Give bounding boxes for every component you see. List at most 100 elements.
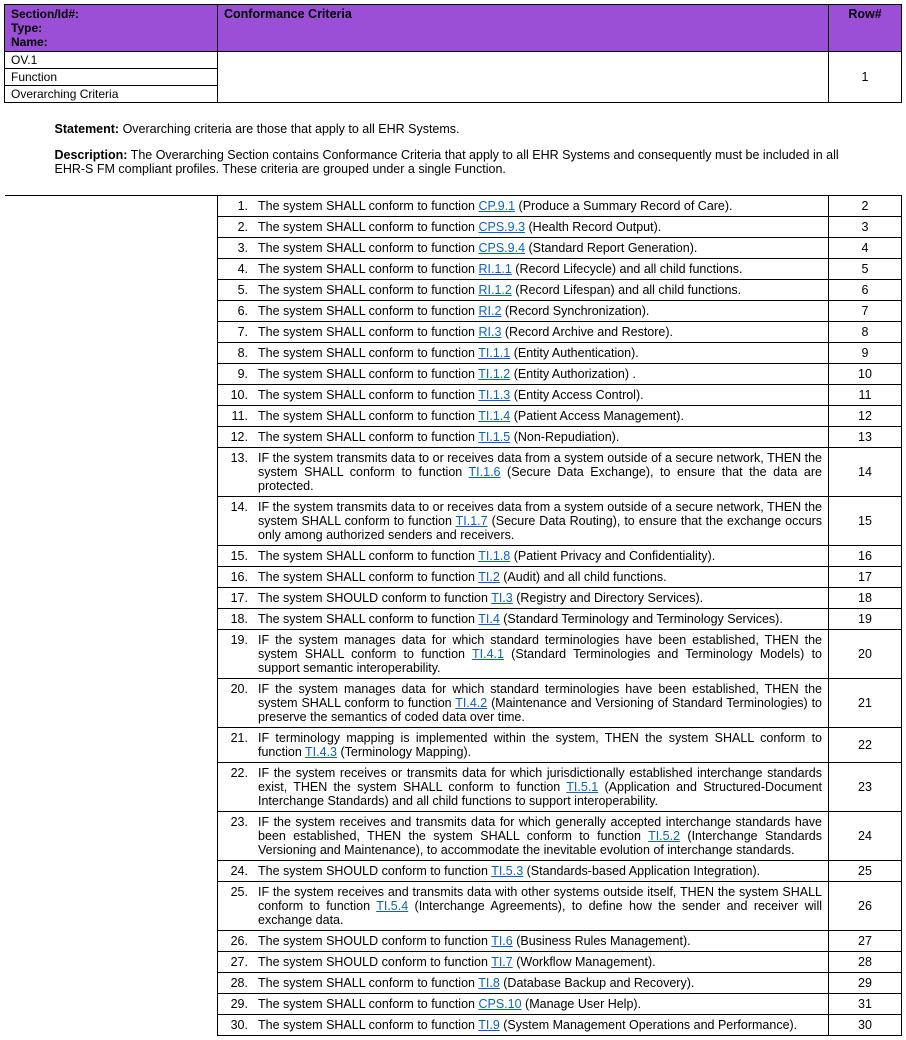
function-link[interactable]: TI.1.6 [469, 465, 501, 479]
function-link[interactable]: TI.3 [491, 591, 513, 605]
criteria-number: 10. [218, 384, 253, 405]
function-link[interactable]: TI.6 [491, 934, 513, 948]
criteria-number: 20. [218, 678, 253, 727]
criteria-text: IF the system transmits data to or recei… [252, 447, 829, 496]
criteria-row: 6.The system SHALL conform to function R… [5, 300, 902, 321]
function-link[interactable]: CPS.9.4 [478, 241, 525, 255]
function-link[interactable]: TI.1.3 [478, 388, 510, 402]
criteria-number: 15. [218, 545, 253, 566]
row-number: 13 [829, 426, 902, 447]
criteria-number: 6. [218, 300, 253, 321]
function-link[interactable]: TI.4.2 [455, 696, 487, 710]
criteria-text: The system SHALL conform to function TI.… [252, 405, 829, 426]
function-link[interactable]: CPS.9.3 [478, 220, 525, 234]
criteria-number: 17. [218, 587, 253, 608]
criteria-row: 7.The system SHALL conform to function R… [5, 321, 902, 342]
function-link[interactable]: TI.4.3 [305, 745, 337, 759]
criteria-row: 2.The system SHALL conform to function C… [5, 216, 902, 237]
function-link[interactable]: TI.8 [478, 976, 500, 990]
function-link[interactable]: TI.2 [478, 570, 500, 584]
criteria-text: The system SHOULD conform to function TI… [252, 930, 829, 951]
criteria-row: 28.The system SHALL conform to function … [5, 972, 902, 993]
function-link[interactable]: CP.9.1 [478, 199, 515, 213]
criteria-row: 26.The system SHOULD conform to function… [5, 930, 902, 951]
criteria-text: The system SHALL conform to function RI.… [252, 300, 829, 321]
row-number: 24 [829, 811, 902, 860]
criteria-text: The system SHALL conform to function RI.… [252, 279, 829, 300]
criteria-number: 9. [218, 363, 253, 384]
criteria-row: 20.IF the system manages data for which … [5, 678, 902, 727]
statement-text: Overarching criteria are those that appl… [119, 122, 459, 136]
criteria-text: The system SHALL conform to function TI.… [252, 1014, 829, 1035]
criteria-text: The system SHALL conform to function TI.… [252, 566, 829, 587]
criteria-number: 29. [218, 993, 253, 1014]
section-name: Overarching Criteria [5, 86, 218, 103]
section-id: OV.1 [5, 52, 218, 69]
criteria-number: 24. [218, 860, 253, 881]
criteria-row: 22.IF the system receives or transmits d… [5, 762, 902, 811]
function-link[interactable]: TI.1.8 [478, 549, 510, 563]
criteria-number: 1. [218, 195, 253, 216]
criteria-row: 10.The system SHALL conform to function … [5, 384, 902, 405]
criteria-number: 7. [218, 321, 253, 342]
function-link[interactable]: TI.4.1 [472, 647, 504, 661]
row-number: 18 [829, 587, 902, 608]
criteria-row: 8.The system SHALL conform to function T… [5, 342, 902, 363]
function-link[interactable]: RI.2 [478, 304, 501, 318]
row-number: 3 [829, 216, 902, 237]
section-id-row: OV.1 1 [5, 52, 902, 69]
section-row-number: 1 [829, 52, 902, 103]
row-number: 4 [829, 237, 902, 258]
function-link[interactable]: TI.1.5 [478, 430, 510, 444]
function-link[interactable]: TI.1.4 [478, 409, 510, 423]
function-link[interactable]: TI.1.1 [478, 346, 510, 360]
function-link[interactable]: TI.5.3 [491, 864, 523, 878]
function-link[interactable]: RI.1.2 [478, 283, 511, 297]
criteria-number: 26. [218, 930, 253, 951]
row-number: 9 [829, 342, 902, 363]
function-link[interactable]: TI.5.4 [376, 899, 408, 913]
criteria-table: Section/Id#: Type: Name: Conformance Cri… [4, 4, 902, 1036]
function-link[interactable]: RI.1.1 [478, 262, 511, 276]
criteria-text: The system SHALL conform to function CP.… [252, 195, 829, 216]
function-link[interactable]: RI.3 [478, 325, 501, 339]
row-number: 2 [829, 195, 902, 216]
section-type: Function [5, 69, 218, 86]
criteria-number: 2. [218, 216, 253, 237]
row-number: 26 [829, 881, 902, 930]
row-number: 30 [829, 1014, 902, 1035]
function-link[interactable]: TI.5.2 [648, 829, 680, 843]
criteria-number: 25. [218, 881, 253, 930]
function-link[interactable]: TI.1.7 [456, 514, 488, 528]
criteria-number: 12. [218, 426, 253, 447]
function-link[interactable]: TI.5.1 [566, 780, 598, 794]
description-text: The Overarching Section contains Conform… [55, 148, 839, 176]
criteria-row: 17.The system SHOULD conform to function… [5, 587, 902, 608]
criteria-row: 11.The system SHALL conform to function … [5, 405, 902, 426]
criteria-text: The system SHALL conform to function TI.… [252, 426, 829, 447]
criteria-number: 13. [218, 447, 253, 496]
function-link[interactable]: TI.7 [491, 955, 513, 969]
criteria-row: 24.The system SHOULD conform to function… [5, 860, 902, 881]
criteria-number: 19. [218, 629, 253, 678]
criteria-number: 30. [218, 1014, 253, 1035]
function-link[interactable]: TI.4 [478, 612, 500, 626]
row-number: 12 [829, 405, 902, 426]
criteria-row: 18.The system SHALL conform to function … [5, 608, 902, 629]
criteria-number: 21. [218, 727, 253, 762]
criteria-number: 14. [218, 496, 253, 545]
criteria-row: 1.The system SHALL conform to function C… [5, 195, 902, 216]
function-link[interactable]: TI.1.2 [478, 367, 510, 381]
criteria-number: 18. [218, 608, 253, 629]
criteria-row: 21.IF terminology mapping is implemented… [5, 727, 902, 762]
criteria-text: IF the system manages data for which sta… [252, 629, 829, 678]
criteria-text: The system SHALL conform to function RI.… [252, 258, 829, 279]
function-link[interactable]: CPS.10 [478, 997, 521, 1011]
criteria-text: The system SHALL conform to function CPS… [252, 237, 829, 258]
criteria-text: The system SHALL conform to function CPS… [252, 216, 829, 237]
function-link[interactable]: TI.9 [478, 1018, 500, 1032]
statement-label: Statement: [55, 122, 120, 136]
criteria-row: 15.The system SHALL conform to function … [5, 545, 902, 566]
row-number: 20 [829, 629, 902, 678]
criteria-row: 5.The system SHALL conform to function R… [5, 279, 902, 300]
